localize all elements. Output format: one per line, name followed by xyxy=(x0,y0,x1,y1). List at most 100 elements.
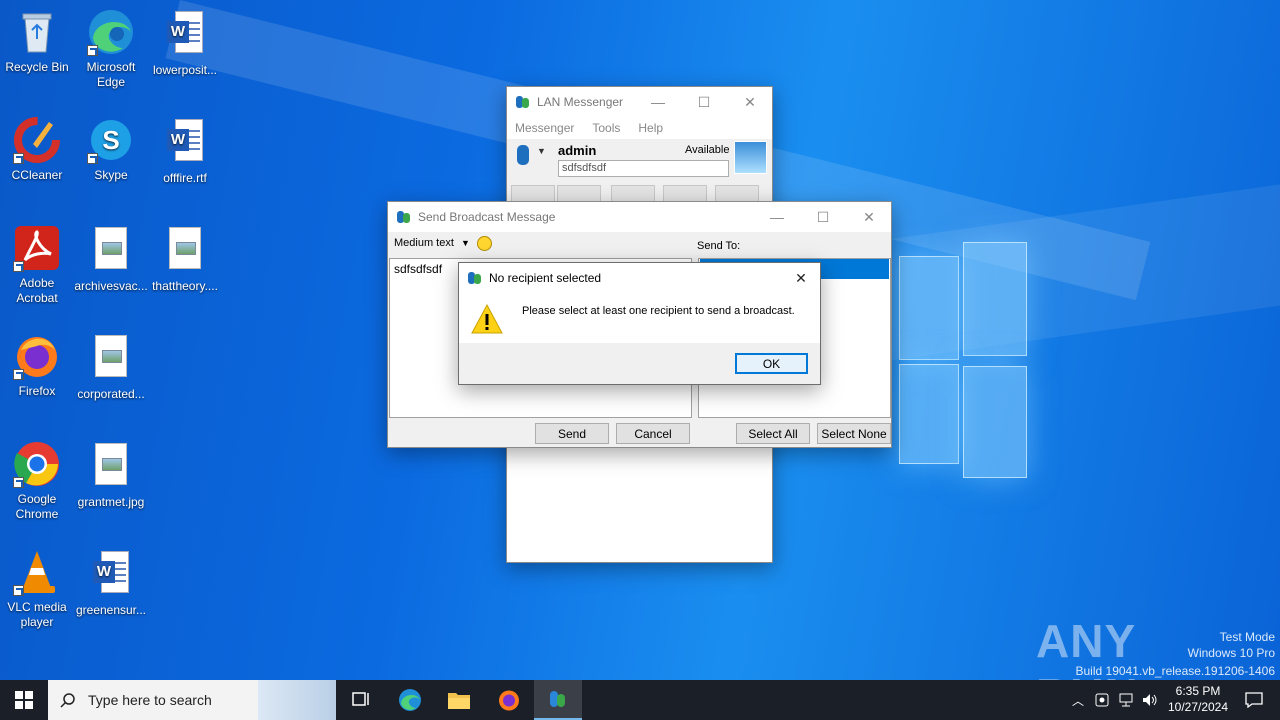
watermark-line: Build 19041.vb_release.191206-1406 xyxy=(1075,664,1276,678)
desktop-icon-ccleaner[interactable]: CCleaner xyxy=(0,116,74,183)
desktop-icon-label: Microsoft Edge xyxy=(86,60,136,89)
desktop-icon-label: Google Chrome xyxy=(15,492,59,521)
send-button[interactable]: Send xyxy=(535,423,609,444)
desktop-icon-skype[interactable]: S Skype xyxy=(74,116,148,183)
status-note-field[interactable]: sdfsdfsdf xyxy=(558,160,729,177)
desktop-icon-label: greenensur... xyxy=(75,603,147,617)
image-file-icon xyxy=(87,443,135,491)
alert-dialog: No recipient selected ✕ Please select at… xyxy=(458,262,821,385)
avatar[interactable] xyxy=(734,141,767,174)
smiley-icon[interactable] xyxy=(477,236,492,251)
desktop-icon-label: archivesvac... xyxy=(74,279,148,293)
menu-tools[interactable]: Tools xyxy=(592,121,620,135)
desktop-icon-label: Skype xyxy=(94,168,128,182)
lan-messenger-icon xyxy=(467,270,483,286)
task-view-icon xyxy=(352,692,369,706)
status-dropdown-arrow-icon[interactable]: ▼ xyxy=(537,146,546,156)
word-document-icon: W xyxy=(87,551,135,599)
desktop-icon-label: Adobe Acrobat xyxy=(16,276,58,305)
lan-messenger-titlebar[interactable]: LAN Messenger — ☐ ✕ xyxy=(507,87,772,117)
image-file-icon xyxy=(87,227,135,275)
minimize-button[interactable]: — xyxy=(754,202,800,232)
clock[interactable]: 6:35 PM 10/27/2024 xyxy=(1162,683,1234,715)
maximize-button[interactable]: ☐ xyxy=(681,87,727,117)
close-button[interactable]: ✕ xyxy=(846,202,892,232)
chrome-icon xyxy=(13,440,61,488)
user-status-icon[interactable] xyxy=(517,145,529,165)
desktop-icon-thattheory[interactable]: thattheory.... xyxy=(148,224,222,294)
desktop-icon-offfire[interactable]: W offfire.rtf xyxy=(148,116,222,186)
desktop-icon-label: grantmet.jpg xyxy=(77,495,145,509)
desktop-icon-google-chrome[interactable]: Google Chrome xyxy=(0,440,74,522)
desktop-icon-label: corporated... xyxy=(77,387,145,401)
word-document-icon: W xyxy=(161,119,209,167)
search-highlight-image xyxy=(258,680,336,720)
alert-titlebar[interactable]: No recipient selected ✕ xyxy=(459,263,820,293)
desktop-icon-label: Firefox xyxy=(18,384,56,398)
tray-app-icon[interactable] xyxy=(1092,680,1112,720)
volume-icon[interactable] xyxy=(1140,680,1160,720)
warning-icon xyxy=(471,303,503,338)
edge-icon xyxy=(87,8,135,56)
search-box[interactable]: Type here to search xyxy=(48,680,336,720)
desktop-icon-label: VLC media player xyxy=(7,600,67,629)
taskbar-lan-messenger[interactable] xyxy=(534,680,582,720)
taskbar-edge[interactable] xyxy=(386,680,434,720)
desktop-icon-lowerposit[interactable]: W lowerposit... xyxy=(148,8,222,78)
recycle-bin-icon xyxy=(13,8,61,56)
firefox-icon xyxy=(499,690,519,711)
task-view-button[interactable] xyxy=(336,680,384,720)
window-title: Send Broadcast Message xyxy=(418,210,556,224)
network-icon[interactable] xyxy=(1116,680,1136,720)
desktop-icon-grantmet[interactable]: grantmet.jpg xyxy=(74,440,148,510)
availability-status[interactable]: Available xyxy=(685,144,729,156)
send-to-label: Send To: xyxy=(697,240,741,252)
select-all-button[interactable]: Select All xyxy=(736,423,810,444)
word-document-icon: W xyxy=(161,11,209,59)
lan-messenger-icon xyxy=(396,209,412,225)
font-size-dropdown-arrow-icon[interactable]: ▼ xyxy=(461,238,470,248)
notifications-button[interactable] xyxy=(1234,680,1274,720)
edge-icon xyxy=(399,689,421,711)
taskbar-firefox[interactable] xyxy=(485,680,533,720)
taskbar-file-explorer[interactable] xyxy=(435,680,483,720)
taskbar: Type here to search ︿ 6:35 PM 10/27/2024 xyxy=(0,680,1280,720)
folder-icon xyxy=(448,693,470,709)
close-button[interactable]: ✕ xyxy=(781,263,821,293)
desktop-icon-microsoft-edge[interactable]: Microsoft Edge xyxy=(74,8,148,90)
show-hidden-icons-chevron-icon[interactable]: ︿ xyxy=(1068,680,1088,720)
menu-messenger[interactable]: Messenger xyxy=(515,121,574,135)
desktop-icon-label: Recycle Bin xyxy=(5,60,69,74)
minimize-button[interactable]: — xyxy=(635,87,681,117)
desktop-icon-recycle-bin[interactable]: Recycle Bin xyxy=(0,8,74,75)
ccleaner-icon xyxy=(13,116,61,164)
desktop-icon-greenensur[interactable]: W greenensur... xyxy=(74,548,148,618)
window-title: LAN Messenger xyxy=(537,95,624,109)
desktop-icon-adobe-acrobat[interactable]: Adobe Acrobat xyxy=(0,224,74,306)
user-info-panel: ▼ admin Available sdfsdfsdf xyxy=(507,139,772,185)
maximize-button[interactable]: ☐ xyxy=(800,202,846,232)
close-button[interactable]: ✕ xyxy=(727,87,773,117)
cancel-button[interactable]: Cancel xyxy=(616,423,690,444)
select-none-button[interactable]: Select None xyxy=(817,423,891,444)
alert-message: Please select at least one recipient to … xyxy=(522,305,795,317)
image-file-icon xyxy=(87,335,135,383)
ok-button[interactable]: OK xyxy=(735,353,808,374)
desktop-icon-vlc[interactable]: VLC media player xyxy=(0,548,74,630)
search-placeholder: Type here to search xyxy=(88,692,212,708)
notifications-icon xyxy=(1245,692,1263,708)
username: admin xyxy=(558,143,597,158)
start-button[interactable] xyxy=(0,680,48,720)
desktop-icon-firefox[interactable]: Firefox xyxy=(0,332,74,399)
font-size-selector[interactable]: Medium text xyxy=(394,237,454,249)
desktop-icon-label: CCleaner xyxy=(11,168,63,182)
desktop-icon-corporated[interactable]: corporated... xyxy=(74,332,148,402)
clock-time: 6:35 PM xyxy=(1175,684,1221,698)
desktop-icon-archivesvac[interactable]: archivesvac... xyxy=(74,224,148,294)
windows-logo xyxy=(897,242,1029,480)
firefox-icon xyxy=(13,332,61,380)
menu-help[interactable]: Help xyxy=(638,121,663,135)
broadcast-titlebar[interactable]: Send Broadcast Message — ☐ ✕ xyxy=(388,202,891,232)
alert-title: No recipient selected xyxy=(489,271,602,285)
svg-text:S: S xyxy=(102,125,119,155)
